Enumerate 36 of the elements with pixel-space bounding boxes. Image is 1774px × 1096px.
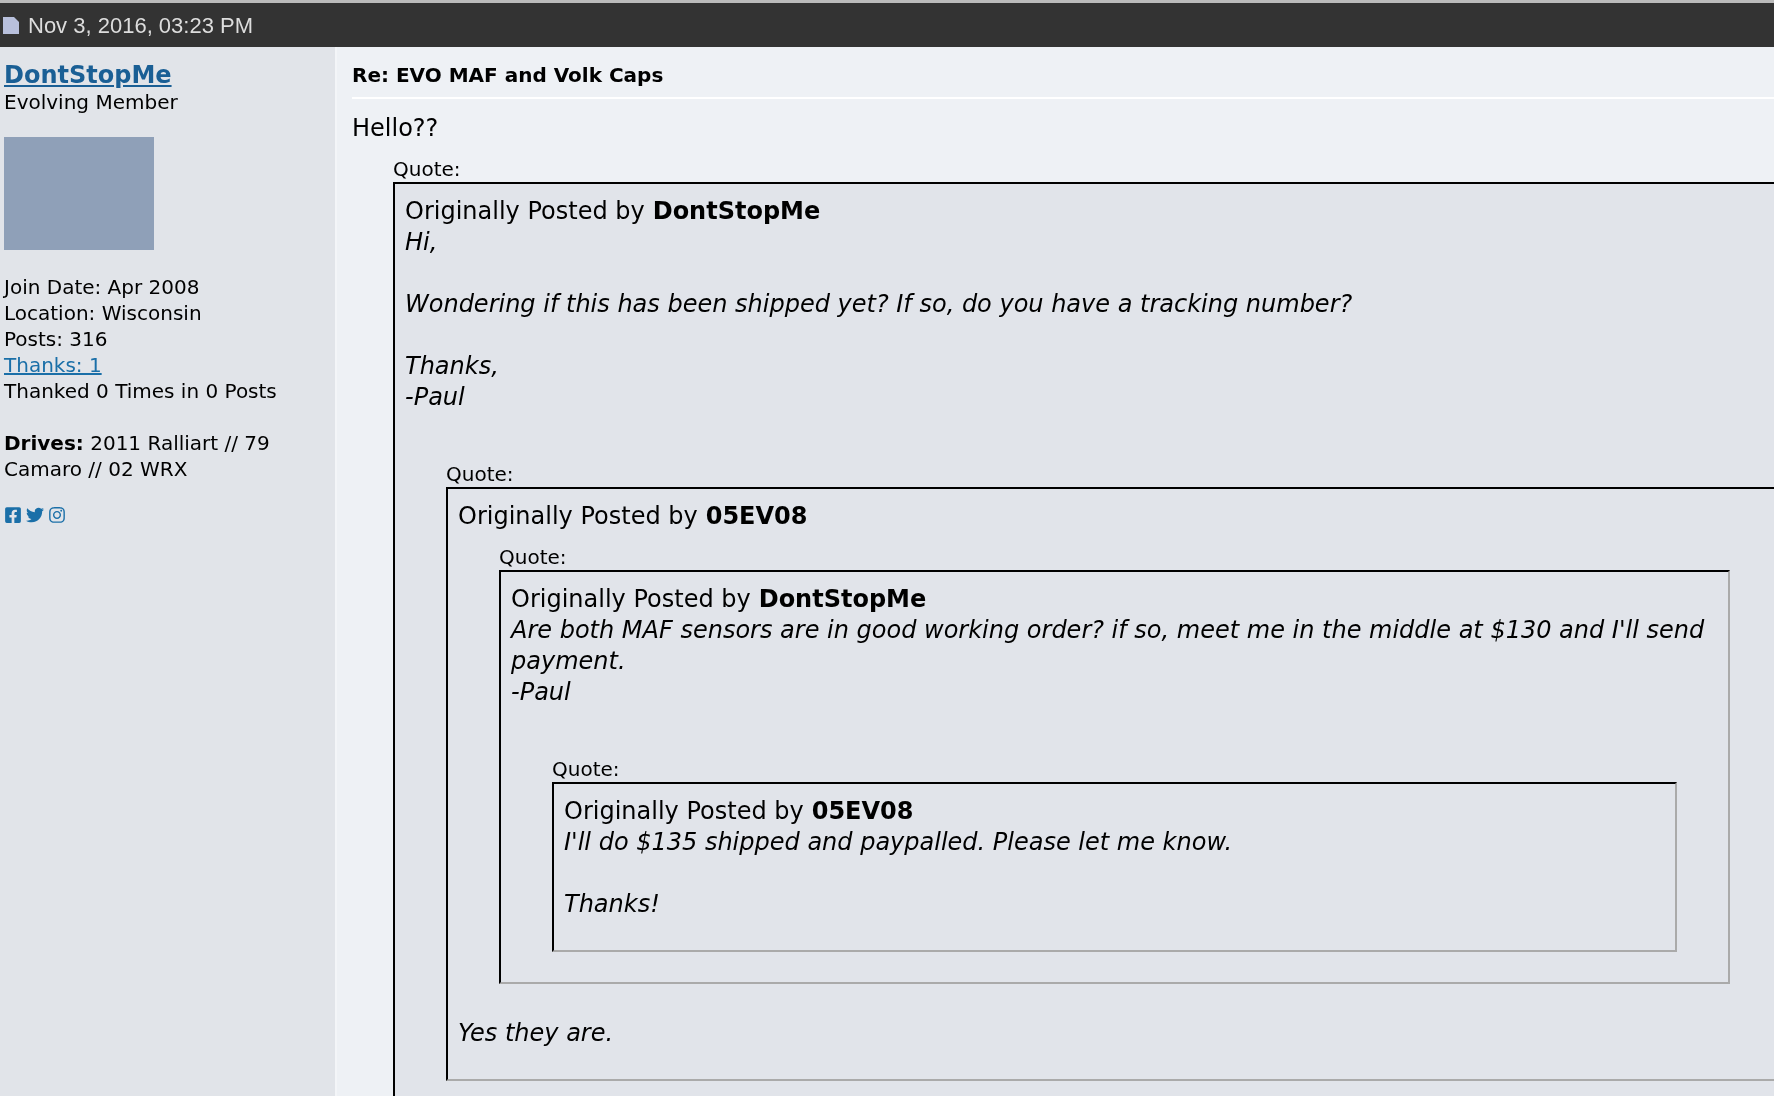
user-stat: Thanked 0 Times in 0 Posts [4, 378, 278, 404]
twitter-icon[interactable] [26, 506, 44, 524]
quote-text: Hi, [405, 227, 439, 258]
quote-author: 05EV08 [811, 796, 914, 827]
quote-label: Quote: [446, 461, 515, 487]
quote-byline: Originally Posted by [405, 196, 645, 227]
user-drives: Drives: 2011 Ralliart // 79 Camaro // 02 WRX [4, 430, 271, 482]
instagram-icon[interactable] [48, 506, 66, 524]
user-stat: Location: Wisconsin [4, 300, 203, 326]
quote-text: -Paul [511, 677, 572, 708]
quote-label: Quote: [393, 156, 462, 182]
quote-text: Are both MAF sensors are in good working order? if so, meet me in the middle at $130 and I'll send payment. [511, 615, 1706, 677]
quote-byline: Originally Posted by [564, 796, 804, 827]
quote-text: Yes they are. [458, 1018, 615, 1049]
post-title: Re: EVO MAF and Volk Caps [352, 61, 1774, 99]
quote-text: -Paul [405, 382, 466, 413]
user-stat: Posts: 316 [4, 326, 109, 352]
quote-text: Thanks! [564, 889, 661, 920]
thanks-link[interactable]: Thanks: 1 [4, 352, 331, 378]
quote-byline: Originally Posted by [511, 584, 751, 615]
post-date: Nov 3, 2016, 03:23 PM [28, 11, 254, 40]
user-rank: Evolving Member [4, 89, 179, 115]
quote-text: I'll do $135 shipped and paypalled. Please let me know. [564, 827, 1234, 858]
quote-author: DontStopMe [652, 196, 821, 227]
quote-text: Wondering if this has been shipped yet? If so, do you have a tracking number? [405, 289, 1354, 320]
quote-label: Quote: [552, 756, 621, 782]
quote-text: Thanks, [405, 351, 500, 382]
username-link[interactable]: DontStopMe [4, 61, 331, 89]
quote-label: Quote: [499, 544, 568, 570]
document-icon [2, 15, 20, 35]
post-message: Hello?? [352, 113, 440, 144]
quote-byline: Originally Posted by [458, 501, 698, 532]
facebook-icon[interactable] [4, 506, 22, 524]
user-stat: Join Date: Apr 2008 [4, 274, 201, 300]
quote-author: 05EV08 [705, 501, 808, 532]
quote-author: DontStopMe [758, 584, 927, 615]
